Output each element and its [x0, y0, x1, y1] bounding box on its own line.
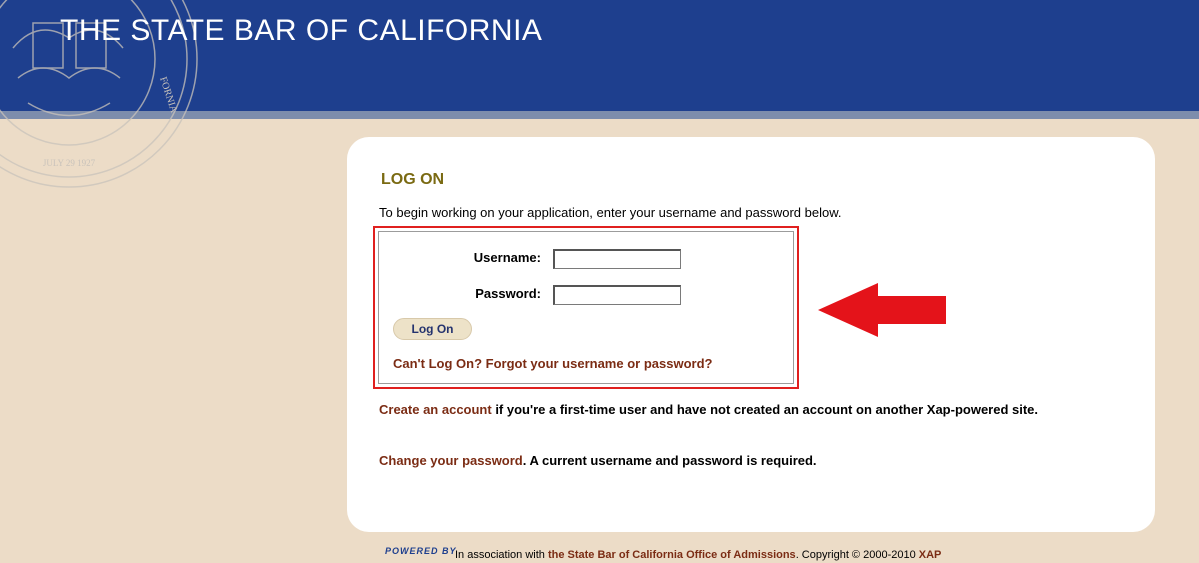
seal-name-text: FORNIA: [157, 76, 179, 116]
logon-intro-text: To begin working on your application, en…: [379, 205, 842, 220]
change-password-link[interactable]: Change your password: [379, 453, 523, 468]
xap-link[interactable]: XAP: [919, 549, 942, 561]
logon-heading: LOG ON: [381, 171, 445, 188]
password-label: Password:: [475, 286, 541, 301]
change-password-paragraph: Change your password. A current username…: [379, 453, 817, 468]
footer: POWERED BY In association with the State…: [385, 546, 1199, 563]
create-account-paragraph: Create an account if you're a first-time…: [379, 403, 1119, 417]
admissions-office-link[interactable]: the State Bar of California Office of Ad…: [548, 549, 796, 561]
footer-text: In association with the State Bar of Cal…: [455, 549, 941, 561]
username-label: Username:: [473, 250, 541, 265]
footer-copyright: . Copyright © 2000-2010: [795, 549, 919, 561]
seal-date-text: JULY 29 1927: [43, 158, 96, 168]
create-account-link[interactable]: Create an account: [379, 402, 492, 417]
username-input[interactable]: [553, 249, 681, 269]
powered-by-label: POWERED BY: [385, 546, 457, 556]
red-arrow-icon: [818, 283, 946, 337]
create-account-text: if you're a first-time user and have not…: [491, 402, 1039, 417]
forgot-credentials-link[interactable]: Can't Log On? Forgot your username or pa…: [393, 356, 712, 371]
log-on-button[interactable]: Log On: [393, 318, 472, 340]
password-input[interactable]: [553, 285, 681, 305]
site-title: THE STATE BAR OF CALIFORNIA: [60, 14, 543, 47]
footer-prefix: In association with: [455, 549, 548, 561]
change-password-text: . A current username and password is req…: [522, 453, 817, 468]
